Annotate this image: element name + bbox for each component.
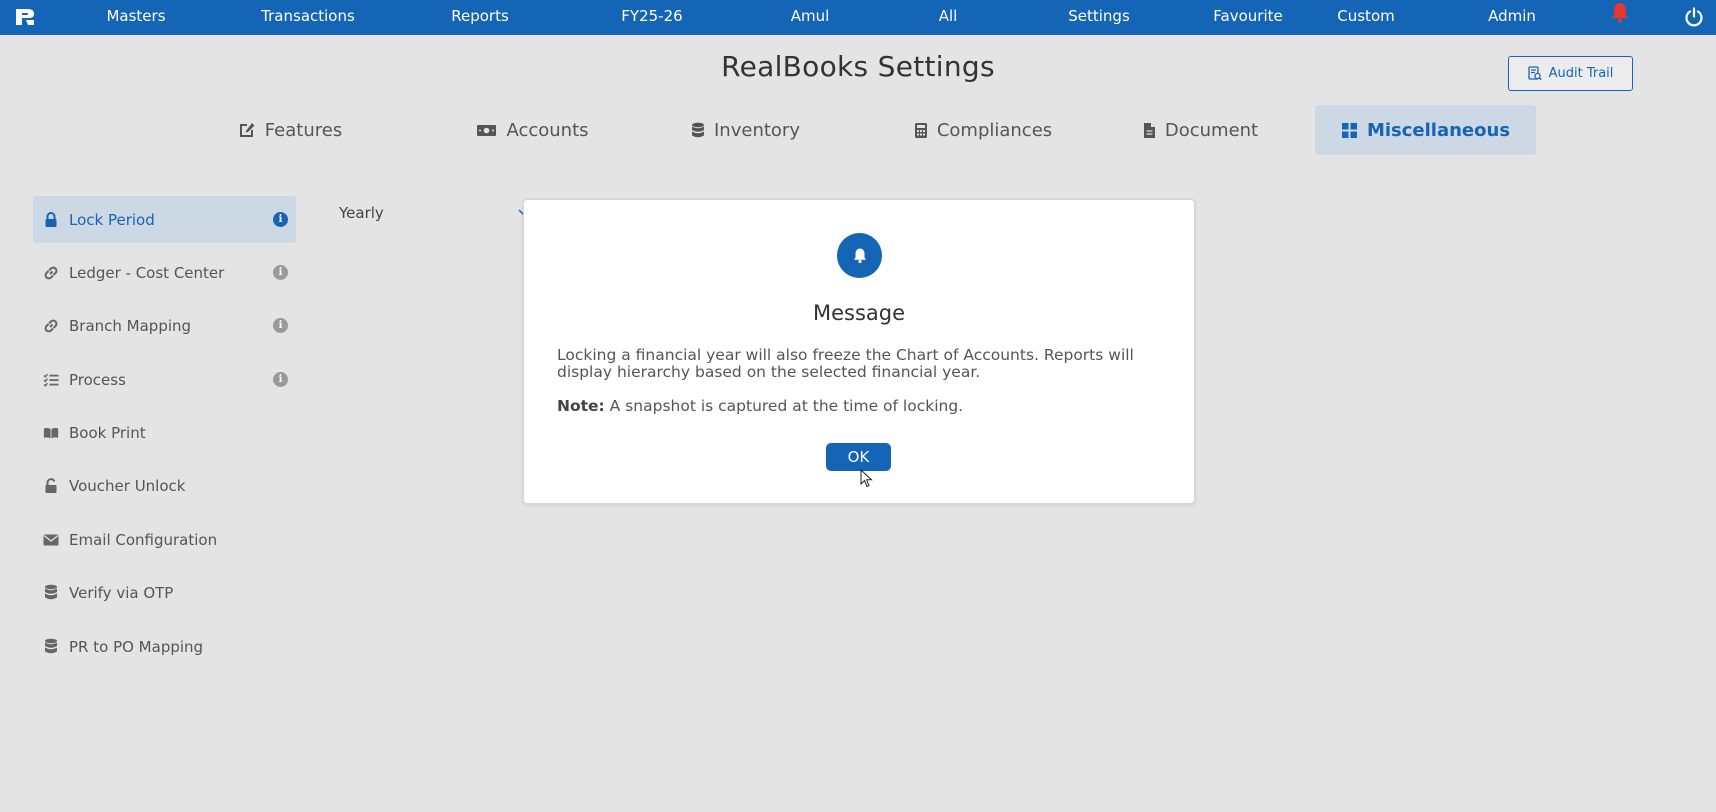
tab-label: Miscellaneous <box>1366 119 1511 141</box>
nav-transactions[interactable]: Transactions <box>261 0 355 35</box>
tab-miscellaneous[interactable]: Miscellaneous <box>1315 105 1536 155</box>
envelope-icon <box>43 532 59 548</box>
sidebar-item-process[interactable]: Process i <box>33 356 296 403</box>
tab-compliances[interactable]: Compliances <box>893 105 1073 155</box>
book-icon <box>43 425 59 441</box>
sidebar-item-book-print[interactable]: Book Print <box>33 409 296 456</box>
tab-label: Features <box>264 119 343 141</box>
nav-reports[interactable]: Reports <box>451 0 509 35</box>
sidebar-item-label: Voucher Unlock <box>69 476 186 495</box>
info-icon[interactable]: i <box>273 212 288 227</box>
nav-masters[interactable]: Masters <box>106 0 165 35</box>
sidebar-item-label: PR to PO Mapping <box>69 637 204 656</box>
info-icon[interactable]: i <box>273 318 288 333</box>
tab-label: Accounts <box>506 119 589 141</box>
tab-accounts[interactable]: Accounts <box>455 105 610 155</box>
nav-branch[interactable]: All <box>939 0 958 35</box>
dialog-title: Message <box>812 301 906 325</box>
dialog-note: Note: A snapshot is captured at the time… <box>557 397 1167 415</box>
realbooks-logo-icon[interactable] <box>14 7 36 27</box>
tab-label: Document <box>1164 119 1259 141</box>
grid-icon <box>1341 122 1357 138</box>
nav-admin[interactable]: Admin <box>1488 0 1536 35</box>
sidebar-item-voucher-unlock[interactable]: Voucher Unlock <box>33 462 296 509</box>
page-title: RealBooks Settings <box>721 50 995 83</box>
top-navbar: Masters Transactions Reports FY25-26 Amu… <box>0 0 1716 35</box>
ok-button[interactable]: OK <box>826 443 891 471</box>
link-icon <box>43 265 59 281</box>
database-icon <box>692 122 704 137</box>
sidebar-item-email-configuration[interactable]: Email Configuration <box>33 516 296 563</box>
tab-inventory[interactable]: Inventory <box>668 105 823 155</box>
mouse-pointer-icon <box>860 469 873 488</box>
tab-document[interactable]: Document <box>1128 105 1273 155</box>
notification-bell-icon[interactable] <box>1609 2 1631 24</box>
list-check-icon <box>43 372 59 388</box>
note-label: Note: <box>557 397 605 415</box>
database-icon <box>43 638 59 655</box>
calculator-icon <box>914 122 927 138</box>
sidebar-item-lock-period[interactable]: Lock Period i <box>33 196 296 243</box>
sidebar-item-branch-mapping[interactable]: Branch Mapping i <box>33 302 296 349</box>
tab-label: Inventory <box>714 119 800 141</box>
tab-features[interactable]: Features <box>220 105 360 155</box>
period-type-label: Yearly <box>339 204 384 222</box>
nav-favourite[interactable]: Favourite <box>1213 0 1282 35</box>
sidebar-item-label: Ledger - Cost Center <box>69 263 225 282</box>
info-icon[interactable]: i <box>273 265 288 280</box>
sidebar-item-label: Branch Mapping <box>69 316 192 335</box>
power-icon[interactable] <box>1684 7 1704 27</box>
sidebar-item-label: Process <box>69 370 126 389</box>
sidebar-item-label: Verify via OTP <box>69 583 174 602</box>
nav-settings[interactable]: Settings <box>1068 0 1130 35</box>
sidebar-item-label: Lock Period <box>69 210 155 229</box>
sidebar-item-pr-to-po-mapping[interactable]: PR to PO Mapping <box>33 623 296 670</box>
lock-icon <box>43 211 59 228</box>
info-icon[interactable]: i <box>273 372 288 387</box>
audit-document-icon <box>1527 66 1542 81</box>
tab-label: Compliances <box>936 119 1053 141</box>
edit-icon <box>239 123 255 137</box>
nav-custom[interactable]: Custom <box>1337 0 1394 35</box>
audit-trail-button[interactable]: Audit Trail <box>1508 56 1633 91</box>
message-dialog: Message Locking a financial year will al… <box>523 199 1195 504</box>
unlock-icon <box>43 477 59 494</box>
dialog-bell-icon <box>837 233 882 278</box>
dialog-message: Locking a financial year will also freez… <box>557 346 1134 381</box>
nav-company[interactable]: Amul <box>791 0 830 35</box>
file-icon <box>1143 122 1155 138</box>
nav-financial-year[interactable]: FY25-26 <box>621 0 682 35</box>
database-icon <box>43 584 59 601</box>
note-text: A snapshot is captured at the time of lo… <box>604 397 964 415</box>
sidebar-item-label: Email Configuration <box>69 530 218 549</box>
link-icon <box>43 318 59 334</box>
sidebar-item-verify-via-otp[interactable]: Verify via OTP <box>33 569 296 616</box>
sidebar-item-label: Book Print <box>69 423 146 442</box>
audit-trail-label: Audit Trail <box>1548 66 1614 81</box>
sidebar-item-ledger-cost-center[interactable]: Ledger - Cost Center i <box>33 249 296 296</box>
money-icon <box>477 124 497 136</box>
